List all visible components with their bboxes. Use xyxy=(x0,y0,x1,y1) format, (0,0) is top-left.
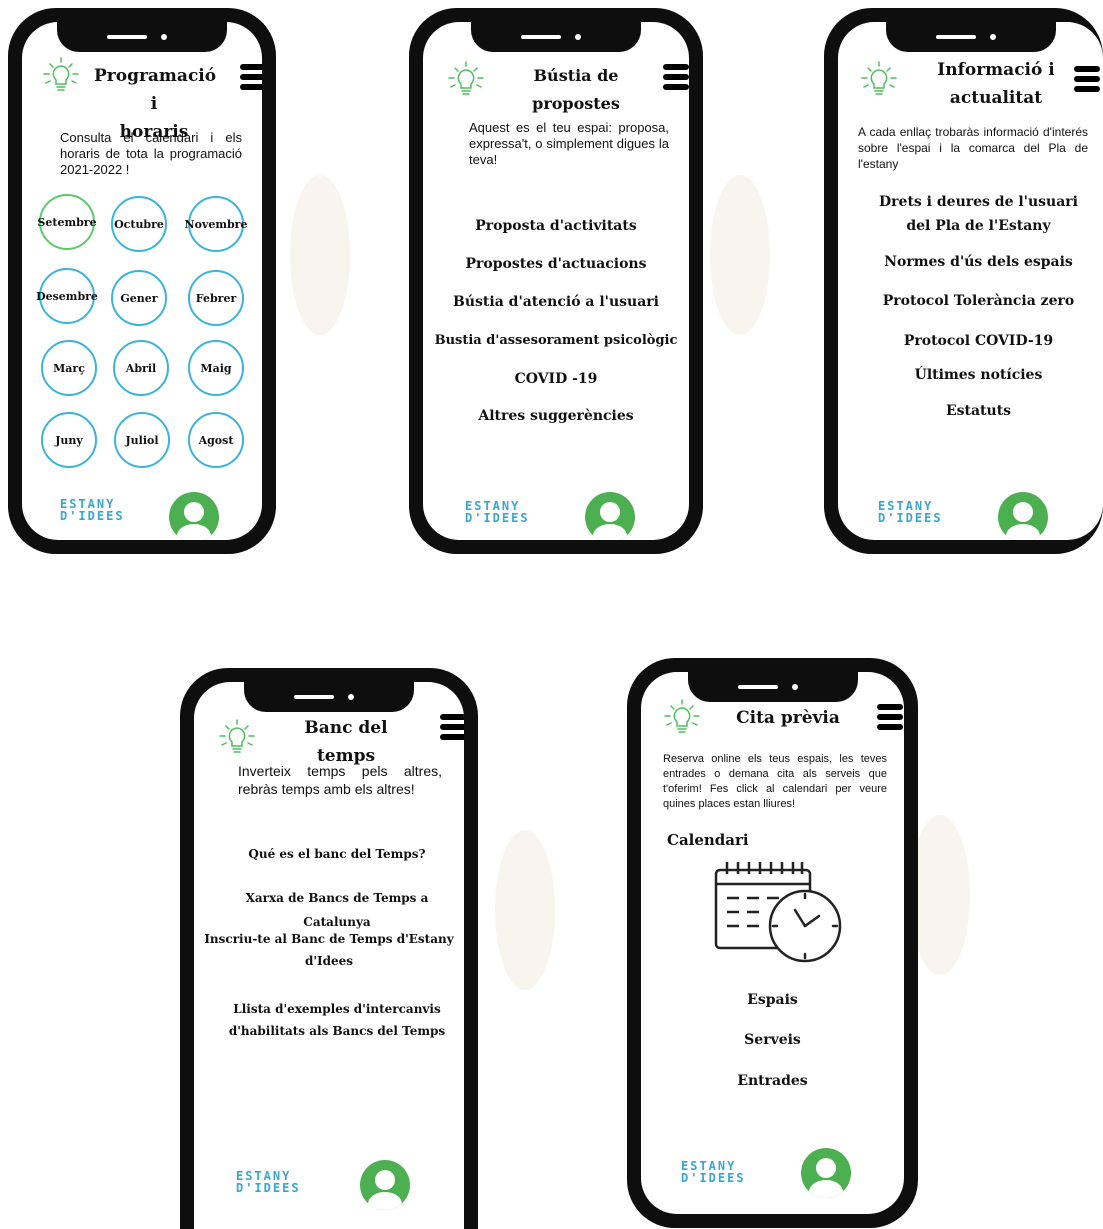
month-desembre[interactable]: Desembre xyxy=(36,268,98,324)
background-shape xyxy=(495,830,555,990)
link-entrades[interactable]: Entrades xyxy=(641,1069,904,1093)
month-juliol[interactable]: Juliol xyxy=(114,412,170,468)
user-avatar-icon[interactable] xyxy=(801,1148,851,1198)
month-novembre[interactable]: Novembre xyxy=(185,196,247,252)
user-avatar-icon[interactable] xyxy=(169,492,219,540)
phone-banc-temps: Banc del temps Inverteix temps pels altr… xyxy=(180,668,478,1229)
lightbulb-icon xyxy=(861,61,897,95)
month-gener[interactable]: Gener xyxy=(111,270,167,326)
link-normes-us[interactable]: Normes d'ús dels espais xyxy=(854,250,1103,274)
menu-icon[interactable] xyxy=(1074,66,1100,92)
phone-notch xyxy=(687,672,858,702)
estany-logo: ESTANY D'IDEES xyxy=(465,499,530,525)
page-intro: Reserva online els teus espais, les teve… xyxy=(663,753,887,810)
page-intro: Aquest es el teu espai: proposa, express… xyxy=(469,120,669,167)
month-octubre[interactable]: Octubre xyxy=(111,196,167,252)
link-bustia-atencio-usuari[interactable]: Bústia d'atenció a l'usuari xyxy=(423,290,689,314)
link-protocol-covid[interactable]: Protocol COVID-19 xyxy=(854,329,1103,353)
month-agost[interactable]: Agost xyxy=(188,412,244,468)
user-avatar-icon[interactable] xyxy=(585,492,635,540)
link-llista-exemples[interactable]: Llista d'exemples d'intercanvis d'habilit… xyxy=(210,998,464,1042)
page-intro: Inverteix temps pels altres, rebràs temp… xyxy=(238,763,442,797)
background-shape xyxy=(710,175,770,335)
link-xarxa-bancs[interactable]: Xarxa de Bancs de Temps a Catalunya xyxy=(210,886,464,934)
background-shape xyxy=(910,815,970,975)
menu-icon[interactable] xyxy=(877,704,903,730)
phone-screen: Bústia de propostes Aquest es el teu esp… xyxy=(423,22,689,540)
user-avatar-icon[interactable] xyxy=(360,1160,410,1210)
phone-bustia: Bústia de propostes Aquest es el teu esp… xyxy=(409,8,703,554)
month-setembre[interactable]: Setembre xyxy=(37,194,97,250)
phone-cita-previa: Cita prèvia Reserva online els teus espa… xyxy=(627,658,918,1228)
link-ultimes-noticies[interactable]: Últimes notícies xyxy=(854,363,1103,387)
page-title: Bústia de propostes xyxy=(532,66,620,113)
link-espais[interactable]: Espais xyxy=(641,988,904,1012)
link-serveis[interactable]: Serveis xyxy=(641,1028,904,1052)
lightbulb-icon xyxy=(664,699,700,733)
phone-informacio: Informació i actualitat A cada enllaç tro… xyxy=(824,8,1103,554)
link-que-es-banc[interactable]: Qué es el banc del Temps? xyxy=(210,842,464,866)
link-drets-deures[interactable]: Drets i deures de l'usuari del Pla de l'E… xyxy=(854,190,1103,238)
background-shape xyxy=(290,175,350,335)
phone-screen: Informació i actualitat A cada enllaç tro… xyxy=(838,22,1103,540)
link-altres-suggerencies[interactable]: Altres suggerències xyxy=(423,404,689,428)
menu-icon[interactable] xyxy=(240,64,262,90)
link-proposta-activitats[interactable]: Proposta d'activitats xyxy=(423,214,689,238)
phone-screen: Programació i horaris Consulta el calenda… xyxy=(22,22,262,540)
estany-logo: ESTANY D'IDEES xyxy=(878,499,943,525)
lightbulb-icon xyxy=(448,61,484,95)
month-marc[interactable]: Març xyxy=(41,340,97,396)
phone-notch xyxy=(57,22,227,52)
month-febrer[interactable]: Febrer xyxy=(188,270,244,326)
phone-screen: Banc del temps Inverteix temps pels altr… xyxy=(194,682,464,1229)
page-intro: Consulta el calendari i els horaris de t… xyxy=(60,130,242,177)
page-title: Informació i actualitat xyxy=(937,60,1055,108)
page-intro: A cada enllaç trobaràs informació d'inte… xyxy=(858,125,1088,171)
link-estatuts[interactable]: Estatuts xyxy=(854,399,1103,423)
link-protocol-tolerancia[interactable]: Protocol Tolerància zero xyxy=(854,289,1103,313)
phone-screen: Cita prèvia Reserva online els teus espa… xyxy=(641,672,904,1214)
phone-notch xyxy=(885,22,1056,52)
phone-programacio: Programació i horaris Consulta el calenda… xyxy=(8,8,276,554)
link-propostes-actuacions[interactable]: Propostes d'actuacions xyxy=(423,252,689,276)
link-covid[interactable]: COVID -19 xyxy=(423,367,689,391)
link-inscriu-te[interactable]: Inscriu-te al Banc de Temps d'Estany d'Id… xyxy=(194,928,464,972)
estany-logo: ESTANY D'IDEES xyxy=(236,1169,301,1195)
lightbulb-icon xyxy=(219,719,255,753)
month-abril[interactable]: Abril xyxy=(113,340,169,396)
phone-notch xyxy=(244,682,414,712)
calendar-label: Calendari xyxy=(667,831,749,849)
estany-logo: ESTANY D'IDEES xyxy=(60,497,125,523)
menu-icon[interactable] xyxy=(663,64,689,90)
page-title: Cita prèvia xyxy=(736,708,840,728)
user-avatar-icon[interactable] xyxy=(998,492,1048,540)
month-juny[interactable]: Juny xyxy=(41,412,97,468)
phone-notch xyxy=(471,22,641,52)
estany-logo: ESTANY D'IDEES xyxy=(681,1159,746,1185)
link-bustia-assesorament[interactable]: Bustia d'assesorament psicològic xyxy=(423,329,689,353)
menu-icon[interactable] xyxy=(440,714,464,740)
month-maig[interactable]: Maig xyxy=(188,340,244,396)
calendar-clock-icon[interactable] xyxy=(713,858,845,964)
lightbulb-icon xyxy=(43,57,79,91)
